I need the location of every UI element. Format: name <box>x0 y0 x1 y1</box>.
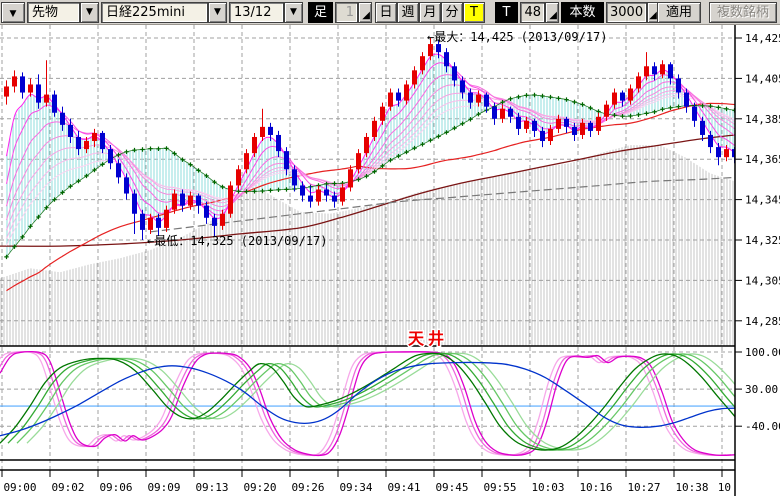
svg-text:09:06: 09:06 <box>99 481 132 494</box>
symbol-combobox[interactable]: 日経225mini ▼ <box>101 2 227 23</box>
svg-text:09:02: 09:02 <box>51 481 84 494</box>
period-minute-button[interactable]: 分 <box>441 2 463 23</box>
spin-icon[interactable]: ◢ <box>545 2 559 23</box>
svg-text:09:26: 09:26 <box>291 481 324 494</box>
window-expander-dropdown[interactable]: ▼ <box>1 2 25 23</box>
bar-count-value: 3000 <box>606 2 647 23</box>
tick-count-spinner[interactable]: 48 ◢ <box>520 2 559 23</box>
bar-type-label: 足 <box>308 2 333 23</box>
bar-interval-spinner[interactable]: 1 ◢ <box>335 2 372 23</box>
period-week-button[interactable]: 週 <box>397 2 419 23</box>
svg-text:09:09: 09:09 <box>147 481 180 494</box>
svg-text:09:00: 09:00 <box>3 481 36 494</box>
svg-text:14,285: 14,285 <box>745 315 780 328</box>
svg-text:10: 10 <box>718 481 731 494</box>
apply-button[interactable]: 適用 <box>657 2 701 23</box>
svg-text:14,385: 14,385 <box>745 113 780 126</box>
chart-canvas[interactable]: 14,425 14,405 14,385 14,365 14,345 14,325 14,3… <box>0 25 780 500</box>
svg-text:09:20: 09:20 <box>243 481 276 494</box>
contract-month-combobox[interactable]: 13/12 ▼ <box>229 2 303 23</box>
chevron-down-icon[interactable]: ▼ <box>80 2 99 23</box>
svg-text:10:16: 10:16 <box>579 481 612 494</box>
svg-text:14,345: 14,345 <box>745 194 780 207</box>
period-month-button[interactable]: 月 <box>419 2 441 23</box>
svg-text:10:38: 10:38 <box>675 481 708 494</box>
period-day-button[interactable]: 日 <box>375 2 397 23</box>
toolbar: ▼ 先物 ▼ 日経225mini ▼ 13/12 ▼ 足 1 ◢ 日 週 月 分… <box>0 0 780 25</box>
svg-text:14,365: 14,365 <box>745 153 780 166</box>
category-combobox[interactable]: 先物 ▼ <box>27 2 99 23</box>
svg-text:14,405: 14,405 <box>745 72 780 85</box>
chevron-down-icon: ▼ <box>10 9 17 19</box>
bar-interval-value: 1 <box>335 2 358 23</box>
svg-text:30.00: 30.00 <box>745 383 778 396</box>
ceiling-annotation: 天井 <box>408 329 448 348</box>
svg-text:100.00: 100.00 <box>745 346 780 359</box>
svg-text:09:13: 09:13 <box>195 481 228 494</box>
period-tick-button[interactable]: T <box>463 2 485 23</box>
min-price-annotation: ←最低：14,325 (2013/09/17) <box>147 234 328 248</box>
symbol-value: 日経225mini <box>101 2 208 23</box>
category-value: 先物 <box>27 2 80 23</box>
svg-text:14,325: 14,325 <box>745 234 780 247</box>
spin-icon[interactable]: ◢ <box>358 2 372 23</box>
svg-text:09:41: 09:41 <box>387 481 420 494</box>
svg-text:09:55: 09:55 <box>483 481 516 494</box>
contract-month-value: 13/12 <box>229 2 284 23</box>
tick-count-value: 48 <box>520 2 545 23</box>
svg-text:14,425: 14,425 <box>745 32 780 45</box>
svg-text:09:45: 09:45 <box>435 481 468 494</box>
tick-count-label: T <box>495 2 518 23</box>
chart-application-window: ▼ 先物 ▼ 日経225mini ▼ 13/12 ▼ 足 1 ◢ 日 週 月 分… <box>0 0 780 500</box>
bar-count-spinner[interactable]: 3000 ◢ <box>606 2 654 23</box>
svg-text:10:03: 10:03 <box>531 481 564 494</box>
bar-count-label: 本数 <box>561 2 604 23</box>
chevron-down-icon[interactable]: ▼ <box>284 2 303 23</box>
svg-text:14,305: 14,305 <box>745 274 780 287</box>
svg-text:-40.00: -40.00 <box>745 420 780 433</box>
chevron-down-icon[interactable]: ▼ <box>208 2 227 23</box>
svg-text:10:27: 10:27 <box>627 481 660 494</box>
max-price-annotation: ←最大：14,425 (2013/09/17) <box>427 30 608 44</box>
multi-symbol-button[interactable]: 複数銘柄 <box>709 2 777 23</box>
svg-text:09:34: 09:34 <box>339 481 372 494</box>
